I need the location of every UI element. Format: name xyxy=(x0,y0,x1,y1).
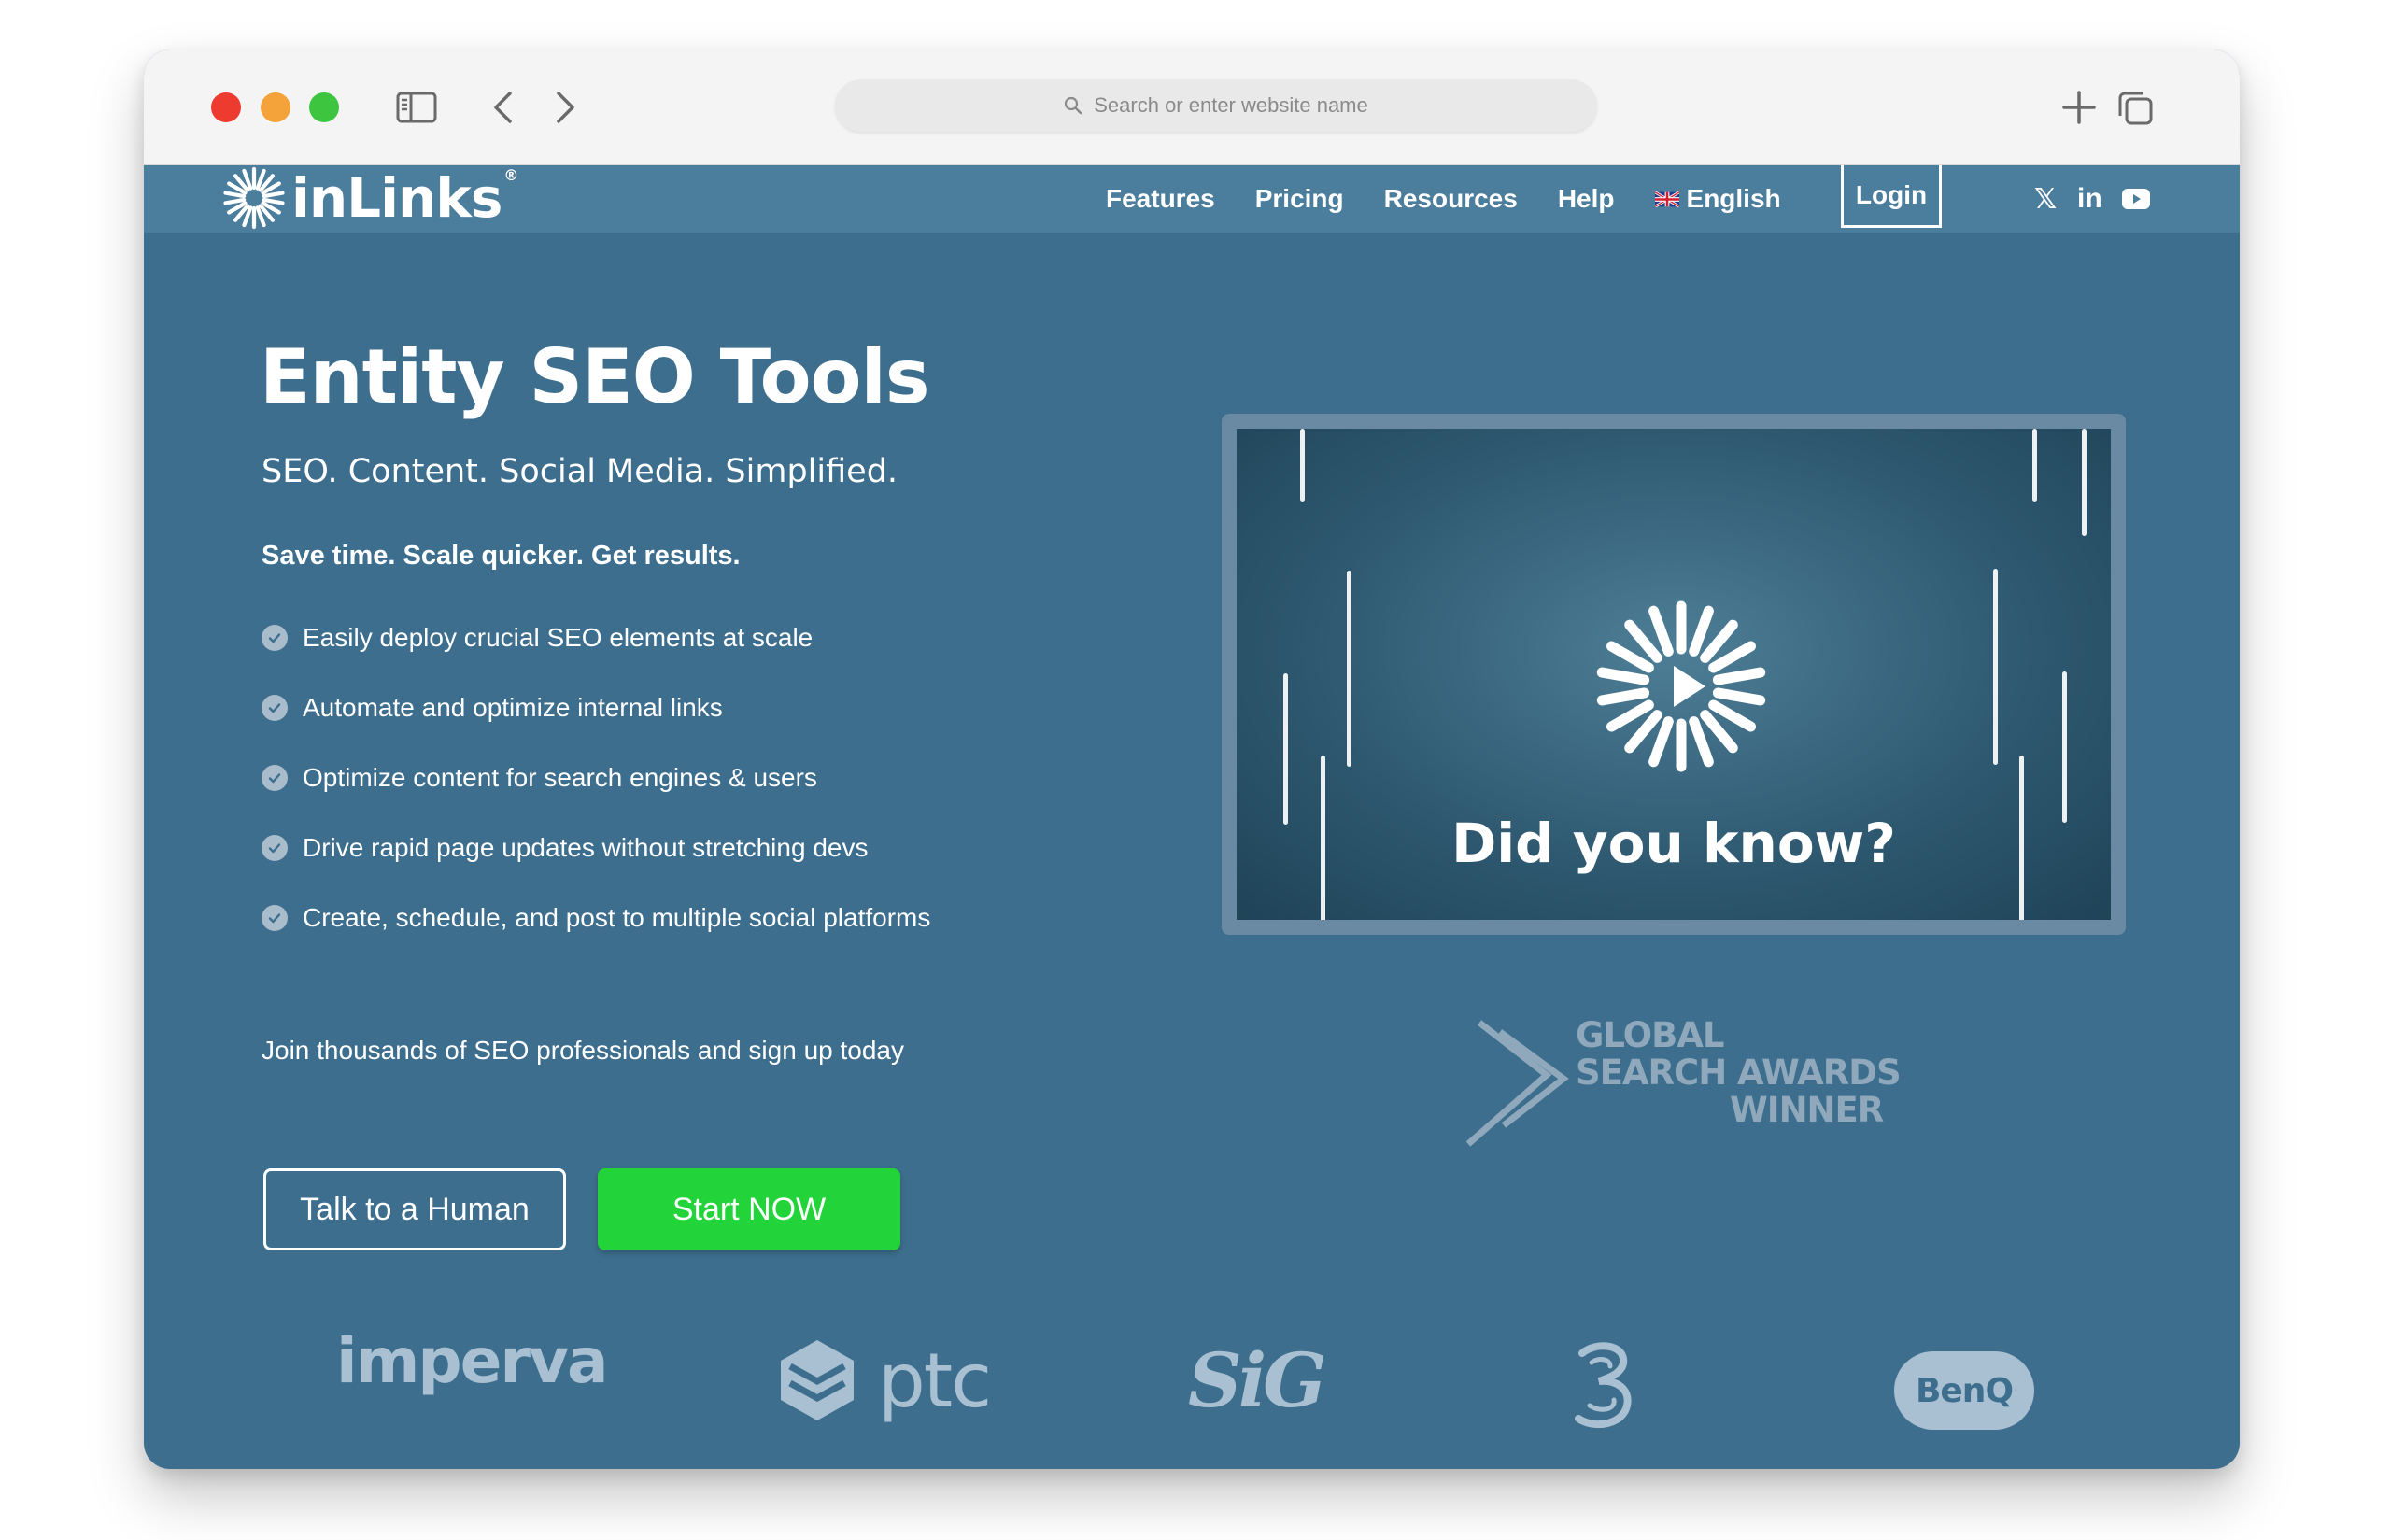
video-caption: Did you know? xyxy=(1451,812,1896,875)
registered-mark: ® xyxy=(503,166,518,184)
inlinks-burst-icon xyxy=(223,166,285,230)
new-tab-plus-icon[interactable] xyxy=(2059,89,2100,126)
x-twitter-icon[interactable]: 𝕏 xyxy=(2034,182,2057,216)
benq-logo: BenQ xyxy=(1894,1351,2034,1430)
login-button[interactable]: Login xyxy=(1841,165,1942,228)
award-text: GLOBAL SEARCH AWARDS WINNER xyxy=(1576,1015,1902,1130)
imperva-logo: imperva xyxy=(336,1325,609,1397)
list-item: Easily deploy crucial SEO elements at sc… xyxy=(262,602,930,672)
list-item: Optimize content for search engines & us… xyxy=(262,742,930,812)
hero-tagline: Save time. Scale quicker. Get results. xyxy=(262,541,741,571)
inlinks-logo[interactable]: inLinks ® xyxy=(222,166,518,230)
check-circle-icon xyxy=(262,834,288,861)
feature-text: Create, schedule, and post to multiple s… xyxy=(303,902,931,932)
nav-help[interactable]: Help xyxy=(1558,184,1615,214)
sidebar-icon[interactable] xyxy=(396,89,437,126)
nav-features[interactable]: Features xyxy=(1106,184,1215,214)
video-player-frame: Did you know? xyxy=(1222,414,2126,935)
three-logo xyxy=(1567,1340,1638,1430)
list-item: Create, schedule, and post to multiple s… xyxy=(262,883,930,953)
ptc-cube-icon xyxy=(781,1340,854,1420)
hero-subtitle: SEO. Content. Social Media. Simplified. xyxy=(262,453,898,490)
award-line-3: WINNER xyxy=(1730,1090,1884,1130)
youtube-icon[interactable] xyxy=(2122,182,2150,216)
list-item: Automate and optimize internal links xyxy=(262,672,930,742)
ptc-logo-text: ptc xyxy=(878,1336,992,1424)
logo-wordmark: inLinks ® xyxy=(291,166,518,230)
main-menu: Features Pricing Resources Help English xyxy=(1106,165,1821,233)
check-circle-icon xyxy=(262,624,288,651)
linkedin-icon[interactable]: in xyxy=(2077,182,2102,216)
check-circle-icon xyxy=(262,694,288,721)
close-window-button[interactable] xyxy=(211,92,241,122)
check-circle-icon xyxy=(262,904,288,931)
minimize-window-button[interactable] xyxy=(261,92,290,122)
feature-text: Automate and optimize internal links xyxy=(303,692,723,722)
start-now-button[interactable]: Start NOW xyxy=(598,1168,900,1250)
list-item: Drive rapid page updates without stretch… xyxy=(262,812,930,883)
zoom-window-button[interactable] xyxy=(309,92,339,122)
page-title: Entity SEO Tools xyxy=(260,333,930,420)
nav-pricing[interactable]: Pricing xyxy=(1255,184,1344,214)
tabs-overview-icon[interactable] xyxy=(2115,89,2156,126)
feature-text: Drive rapid page updates without stretch… xyxy=(303,832,869,862)
feature-list: Easily deploy crucial SEO elements at sc… xyxy=(262,602,930,953)
browser-toolbar: Search or enter website name xyxy=(144,49,2240,165)
global-search-awards-badge: GLOBAL SEARCH AWARDS WINNER xyxy=(1459,1011,1902,1151)
address-bar[interactable]: Search or enter website name xyxy=(835,79,1597,132)
address-bar-placeholder: Search or enter website name xyxy=(1094,93,1368,117)
search-icon xyxy=(1064,96,1082,115)
site-navbar: inLinks ® Features Pricing Resources Help… xyxy=(144,165,2240,233)
signup-prompt: Join thousands of SEO professionals and … xyxy=(262,1036,904,1065)
feature-text: Easily deploy crucial SEO elements at sc… xyxy=(303,622,814,652)
browser-window: Search or enter website name inLinks ® F… xyxy=(144,49,2240,1469)
feature-text: Optimize content for search engines & us… xyxy=(303,762,817,792)
award-line-2: SEARCH AWARDS xyxy=(1576,1053,1902,1093)
check-circle-icon xyxy=(262,764,288,791)
three-3-icon xyxy=(1575,1342,1632,1429)
video-player[interactable]: Did you know? xyxy=(1237,429,2111,920)
sig-logo: SiG xyxy=(1188,1336,1326,1424)
play-burst-icon[interactable] xyxy=(1595,593,1767,780)
chevron-arrows-icon xyxy=(1465,1020,1569,1147)
ptc-logo: ptc xyxy=(777,1336,992,1424)
nav-resources[interactable]: Resources xyxy=(1384,184,1518,214)
award-line-1: GLOBAL xyxy=(1576,1015,1724,1055)
forward-arrow-icon[interactable] xyxy=(545,89,587,126)
language-selector[interactable]: English xyxy=(1654,184,1781,214)
back-arrow-icon[interactable] xyxy=(482,89,523,126)
logo-wordmark-text: inLinks xyxy=(291,166,502,230)
uk-flag-icon xyxy=(1654,191,1679,207)
language-label: English xyxy=(1686,184,1781,213)
talk-to-human-button[interactable]: Talk to a Human xyxy=(263,1168,566,1250)
